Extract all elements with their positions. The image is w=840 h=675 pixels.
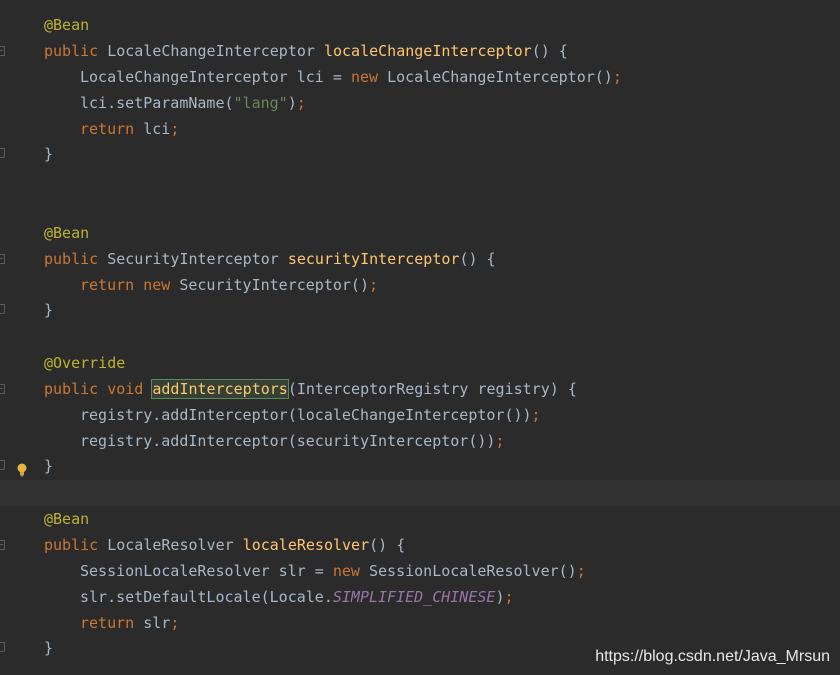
keyword: return (80, 120, 135, 138)
semicolon: ; (495, 432, 505, 450)
fold-marker-icon[interactable] (0, 304, 5, 314)
brace: } (44, 145, 54, 163)
code-line[interactable]: @Override (44, 350, 834, 376)
keyword: return (80, 276, 135, 294)
fold-marker-icon[interactable] (0, 148, 5, 158)
fold-marker-icon[interactable] (0, 460, 5, 470)
constructor-call: LocaleChangeInterceptor() (387, 68, 613, 86)
semicolon: ; (170, 614, 180, 632)
keyword: public (44, 536, 99, 554)
return-type: SecurityInterceptor (107, 250, 279, 268)
brace: } (44, 639, 54, 657)
method-name: securityInterceptor (287, 250, 460, 268)
semicolon: ; (576, 562, 586, 580)
method-call: lci.setParamName( (80, 94, 234, 112)
annotation: @Bean (44, 510, 90, 528)
method-params: () (459, 250, 478, 268)
method-name: localeResolver (242, 536, 370, 554)
code-line[interactable]: } (44, 453, 834, 479)
return-type: LocaleChangeInterceptor (107, 42, 315, 60)
declaration: LocaleChangeInterceptor lci = (80, 68, 351, 86)
return-type: LocaleResolver (107, 536, 234, 554)
watermark: https://blog.csdn.net/Java_Mrsun (595, 648, 830, 665)
code-line[interactable]: return new SecurityInterceptor(); (80, 272, 840, 298)
editor-gutter (0, 0, 36, 675)
code-line[interactable]: public void addInterceptors(InterceptorR… (44, 376, 834, 402)
code-line[interactable]: slr.setDefaultLocale(Locale.SIMPLIFIED_C… (80, 584, 840, 610)
method-params: () (531, 42, 550, 60)
fold-marker-icon[interactable] (0, 540, 5, 550)
variable: lci (143, 120, 171, 138)
brace: { (396, 536, 406, 554)
code-editor[interactable]: @Bean public LocaleChangeInterceptor loc… (0, 0, 840, 675)
code-line[interactable]: LocaleChangeInterceptor lci = new Locale… (80, 64, 840, 90)
brace: { (486, 250, 496, 268)
code-line[interactable]: registry.addInterceptor(securityIntercep… (80, 428, 840, 454)
code-line[interactable]: registry.addInterceptor(localeChangeInte… (80, 402, 840, 428)
method-params: (InterceptorRegistry registry) (287, 380, 559, 398)
code-line[interactable]: public LocaleChangeInterceptor localeCha… (44, 38, 834, 64)
keyword: return (80, 614, 135, 632)
code-line[interactable]: public SecurityInterceptor securityInter… (44, 246, 834, 272)
method-call: registry.addInterceptor(localeChangeInte… (80, 406, 532, 424)
code-line[interactable]: } (44, 297, 834, 323)
semicolon: ; (369, 276, 379, 294)
keyword: new (332, 562, 360, 580)
brace: } (44, 301, 54, 319)
code-line[interactable]: @Bean (44, 220, 834, 246)
method-call: slr.setDefaultLocale(Locale. (80, 588, 333, 606)
string-literal: "lang" (233, 94, 288, 112)
code-line[interactable]: return lci; (80, 116, 840, 142)
code-line[interactable]: SessionLocaleResolver slr = new SessionL… (80, 558, 840, 584)
keyword: void (107, 380, 144, 398)
keyword: public (44, 42, 99, 60)
brace: } (44, 457, 54, 475)
keyword: new (143, 276, 171, 294)
current-line-highlight (0, 480, 840, 506)
paren: ) (287, 94, 297, 112)
fold-marker-icon[interactable] (0, 642, 5, 652)
fold-marker-icon[interactable] (0, 46, 5, 56)
constructor-call: SecurityInterceptor() (179, 276, 369, 294)
semicolon: ; (612, 68, 622, 86)
code-line[interactable]: @Bean (44, 506, 834, 532)
method-name: localeChangeInterceptor (323, 42, 532, 60)
keyword: public (44, 250, 99, 268)
constructor-call: SessionLocaleResolver() (369, 562, 577, 580)
annotation: @Override (44, 354, 126, 372)
keyword: new (350, 68, 379, 86)
semicolon: ; (531, 406, 541, 424)
code-line[interactable]: lci.setParamName("lang"); (80, 90, 840, 116)
code-line[interactable]: return slr; (80, 610, 840, 636)
semicolon: ; (170, 120, 180, 138)
method-name-highlighted[interactable]: addInterceptors (151, 379, 289, 399)
brace: { (558, 42, 568, 60)
fold-marker-icon[interactable] (0, 254, 5, 264)
semicolon: ; (296, 94, 306, 112)
constant: SIMPLIFIED_CHINESE (332, 588, 496, 606)
annotation: @Bean (44, 224, 90, 242)
fold-marker-icon[interactable] (0, 384, 5, 394)
code-line[interactable]: } (44, 141, 834, 167)
lightbulb-icon[interactable] (16, 463, 28, 477)
method-params: () (369, 536, 388, 554)
declaration: SessionLocaleResolver slr = (80, 562, 333, 580)
keyword: public (44, 380, 99, 398)
annotation: @Bean (44, 16, 90, 34)
method-call: registry.addInterceptor(securityIntercep… (80, 432, 496, 450)
semicolon: ; (504, 588, 514, 606)
code-line[interactable]: @Bean (44, 12, 834, 38)
code-line[interactable]: public LocaleResolver localeResolver() { (44, 532, 834, 558)
brace: { (567, 380, 577, 398)
variable: slr (143, 614, 171, 632)
